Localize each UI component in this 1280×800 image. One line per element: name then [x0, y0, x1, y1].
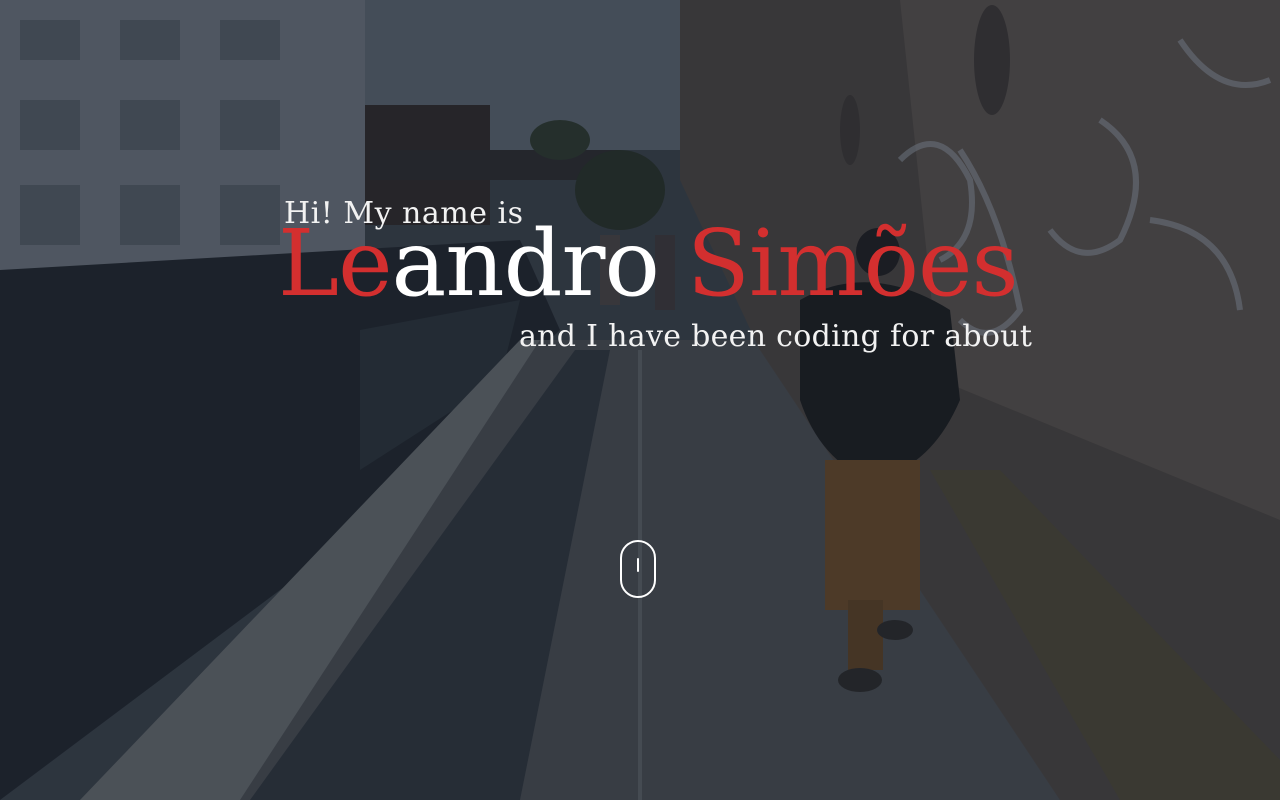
name-part-le: Le	[278, 210, 393, 317]
hero-background	[0, 0, 1280, 800]
name-part-andro: andro	[391, 210, 660, 317]
dark-overlay	[0, 0, 1280, 800]
tagline-text: and I have been coding for about	[519, 319, 1033, 354]
mouse-wheel-icon	[637, 558, 639, 572]
name-part-simoes: Simões	[686, 210, 1019, 317]
mouse-scroll-icon[interactable]	[620, 540, 656, 598]
hero-name: Leandro Simões	[278, 218, 1019, 310]
